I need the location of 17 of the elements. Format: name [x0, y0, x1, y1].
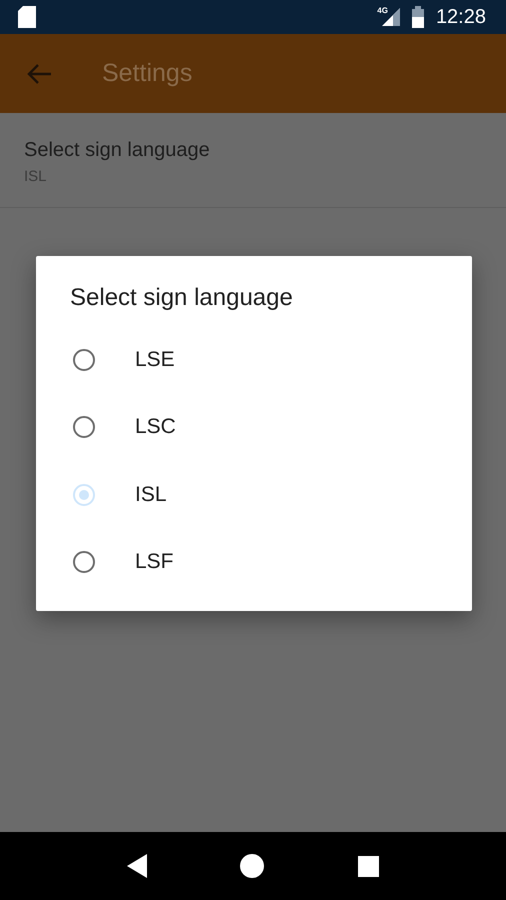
overview-icon[interactable]	[358, 856, 380, 876]
clock-time: 12:28	[436, 6, 486, 28]
radio-button[interactable]	[73, 348, 95, 371]
radio-button[interactable]	[73, 551, 95, 574]
setting-title: Select sign language	[24, 139, 211, 162]
radio-button[interactable]	[73, 416, 95, 438]
sd-card-icon	[18, 6, 36, 28]
battery-icon	[412, 6, 424, 28]
option-label[interactable]: LSE	[135, 348, 175, 372]
back-icon[interactable]	[126, 854, 147, 878]
option-label[interactable]: ISL	[135, 482, 167, 507]
dialog-title: Select sign language	[70, 284, 294, 312]
network-type: 4G	[377, 6, 388, 15]
option-label[interactable]: LSC	[135, 415, 176, 440]
app-bar-title: Settings	[102, 59, 192, 88]
option-label[interactable]: LSF	[135, 550, 174, 574]
home-icon[interactable]	[240, 854, 264, 878]
